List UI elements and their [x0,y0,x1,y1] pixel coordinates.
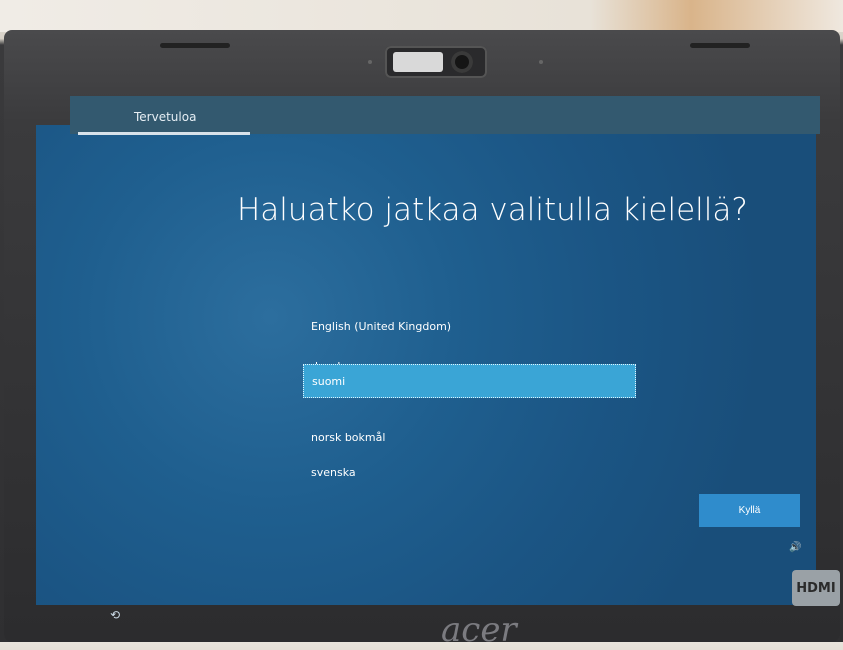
language-option-svenska[interactable]: svenska [303,456,636,488]
language-option-norsk-bokmal[interactable]: norsk bokmål [303,421,636,453]
language-option-suomi[interactable]: suomi [303,364,636,398]
language-option-label: norsk bokmål [311,430,386,444]
volume-icon[interactable]: 🔊 [789,542,801,553]
language-option-english-uk[interactable]: English (United Kingdom) [303,310,636,342]
bezel-hinge-left [160,43,230,48]
bezel-dot-left [368,60,372,64]
bezel-hinge-right [690,43,750,48]
hdmi-badge: HDMI [792,570,840,606]
webcam-privacy-slider [393,52,443,72]
accessibility-icon[interactable]: ⟲ [110,608,120,622]
webcam-lens [451,51,473,73]
desk-background [0,0,843,32]
yes-button[interactable]: Kyllä [699,494,800,527]
webcam [385,46,487,78]
brand-logo: acer [441,610,517,650]
language-option-label: svenska [311,465,356,479]
bezel-dot-right [539,60,543,64]
tab-active-indicator [78,132,250,135]
tab-welcome: Tervetuloa [134,110,197,124]
language-option-label: English (United Kingdom) [311,319,452,333]
language-option-label: suomi [312,374,346,388]
page-title: Haluatko jatkaa valitulla kielellä? [237,192,748,228]
